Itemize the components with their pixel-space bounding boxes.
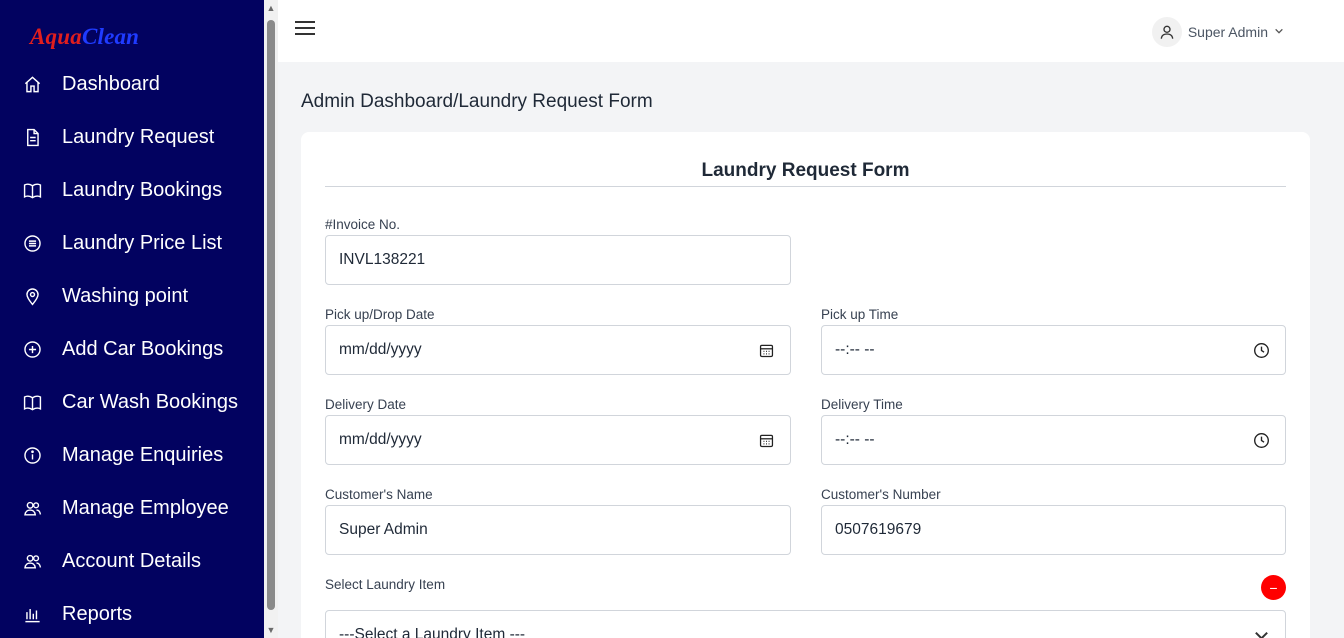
delivery-time-value: --:-- -- <box>835 431 875 448</box>
document-icon <box>22 128 42 148</box>
laundry-item-value: ---Select a Laundry Item --- <box>339 626 526 638</box>
breadcrumb: Admin Dashboard/Laundry Request Form <box>301 91 653 112</box>
sidebar-item-reports[interactable]: Reports <box>0 588 264 638</box>
sidebar-item-label: Car Wash Bookings <box>62 391 238 413</box>
chevron-down-icon <box>1252 626 1270 638</box>
sidebar-item-washing-point[interactable]: Washing point <box>0 270 264 323</box>
clock-icon[interactable] <box>1252 431 1270 449</box>
sidebar-item-dashboard[interactable]: Dashboard <box>0 58 264 111</box>
sidebar-item-label: Washing point <box>62 285 188 307</box>
sidebar-item-laundry-bookings[interactable]: Laundry Bookings <box>0 164 264 217</box>
list-circle-icon <box>22 234 42 254</box>
sidebar-item-car-wash-bookings[interactable]: Car Wash Bookings <box>0 376 264 429</box>
chevron-down-icon <box>1274 23 1284 41</box>
delivery-date-label: Delivery Date <box>325 397 407 412</box>
brand-logo-part1: Aqua <box>30 24 82 49</box>
sidebar-scrollbar[interactable]: ▲ ▼ <box>264 0 278 638</box>
brand-logo[interactable]: AquaClean <box>30 24 139 50</box>
map-pin-icon <box>22 287 42 307</box>
scroll-down-arrow-icon[interactable]: ▼ <box>266 625 276 635</box>
sidebar-item-laundry-price-list[interactable]: Laundry Price List <box>0 217 264 270</box>
sidebar-item-label: Dashboard <box>62 73 160 95</box>
sidebar-item-label: Account Details <box>62 550 201 572</box>
customer-name-label: Customer's Name <box>325 487 433 502</box>
sidebar-nav: Dashboard Laundry Request Laundry Bookin… <box>0 58 264 638</box>
info-circle-icon <box>22 446 42 466</box>
laundry-item-label: Select Laundry Item <box>325 577 446 592</box>
sidebar-item-label: Manage Employee <box>62 497 229 519</box>
users-icon <box>22 499 42 519</box>
invoice-label: #Invoice No. <box>325 217 401 232</box>
sidebar: AquaClean Dashboard Laundry Request Laun… <box>0 0 264 638</box>
invoice-value: INVL138221 <box>339 251 426 268</box>
customer-name-value: Super Admin <box>339 521 428 538</box>
scroll-up-arrow-icon[interactable]: ▲ <box>266 3 276 13</box>
sidebar-item-manage-enquiries[interactable]: Manage Enquiries <box>0 429 264 482</box>
customer-number-field[interactable]: 0507619679 <box>821 505 1286 555</box>
sidebar-item-add-car-bookings[interactable]: Add Car Bookings <box>0 323 264 376</box>
home-icon <box>22 75 42 95</box>
sidebar-item-laundry-request[interactable]: Laundry Request <box>0 111 264 164</box>
top-bar: Super Admin <box>278 0 1344 62</box>
clock-icon[interactable] <box>1252 341 1270 359</box>
bar-chart-icon <box>22 605 42 625</box>
plus-circle-icon <box>22 340 42 360</box>
form-title: Laundry Request Form <box>701 160 910 181</box>
laundry-request-form-card: Laundry Request Form #Invoice No. INVL13… <box>301 132 1310 638</box>
sidebar-item-label: Add Car Bookings <box>62 338 224 360</box>
user-menu[interactable]: Super Admin <box>1151 17 1284 47</box>
sidebar-item-label: Laundry Price List <box>62 232 223 254</box>
pickup-date-field[interactable]: mm/dd/yyyy <box>325 325 791 375</box>
sidebar-item-label: Manage Enquiries <box>62 444 224 466</box>
laundry-item-select[interactable]: ---Select a Laundry Item --- <box>325 610 1286 638</box>
sidebar-item-label: Laundry Bookings <box>62 179 223 201</box>
pickup-date-value: mm/dd/yyyy <box>339 341 422 358</box>
customer-name-field[interactable]: Super Admin <box>325 505 791 555</box>
user-name: Super Admin <box>1187 24 1268 40</box>
pickup-time-field[interactable]: --:-- -- <box>821 325 1286 375</box>
calendar-icon[interactable] <box>757 341 775 359</box>
divider <box>325 186 1286 187</box>
customer-number-label: Customer's Number <box>821 487 941 502</box>
delivery-time-field[interactable]: --:-- -- <box>821 415 1286 465</box>
book-icon <box>22 181 42 201</box>
menu-toggle-icon[interactable] <box>295 21 315 37</box>
pickup-time-label: Pick up Time <box>821 307 899 322</box>
delivery-date-value: mm/dd/yyyy <box>339 431 422 448</box>
sidebar-item-manage-employee[interactable]: Manage Employee <box>0 482 264 535</box>
scrollbar-thumb[interactable] <box>267 20 275 610</box>
sidebar-item-account-details[interactable]: Account Details <box>0 535 264 588</box>
book-icon <box>22 393 42 413</box>
sidebar-item-label: Laundry Request <box>62 126 215 148</box>
user-avatar-icon <box>1151 17 1182 47</box>
users-icon <box>22 552 42 572</box>
remove-item-button[interactable]: − <box>1261 575 1286 600</box>
sidebar-item-label: Reports <box>62 603 133 625</box>
brand-logo-part2: Clean <box>81 24 140 49</box>
delivery-time-label: Delivery Time <box>821 397 903 412</box>
delivery-date-field[interactable]: mm/dd/yyyy <box>325 415 791 465</box>
pickup-date-label: Pick up/Drop Date <box>325 307 435 322</box>
customer-number-value: 0507619679 <box>835 521 922 538</box>
invoice-field[interactable]: INVL138221 <box>325 235 791 285</box>
pickup-time-value: --:-- -- <box>835 341 875 358</box>
calendar-icon[interactable] <box>757 431 775 449</box>
